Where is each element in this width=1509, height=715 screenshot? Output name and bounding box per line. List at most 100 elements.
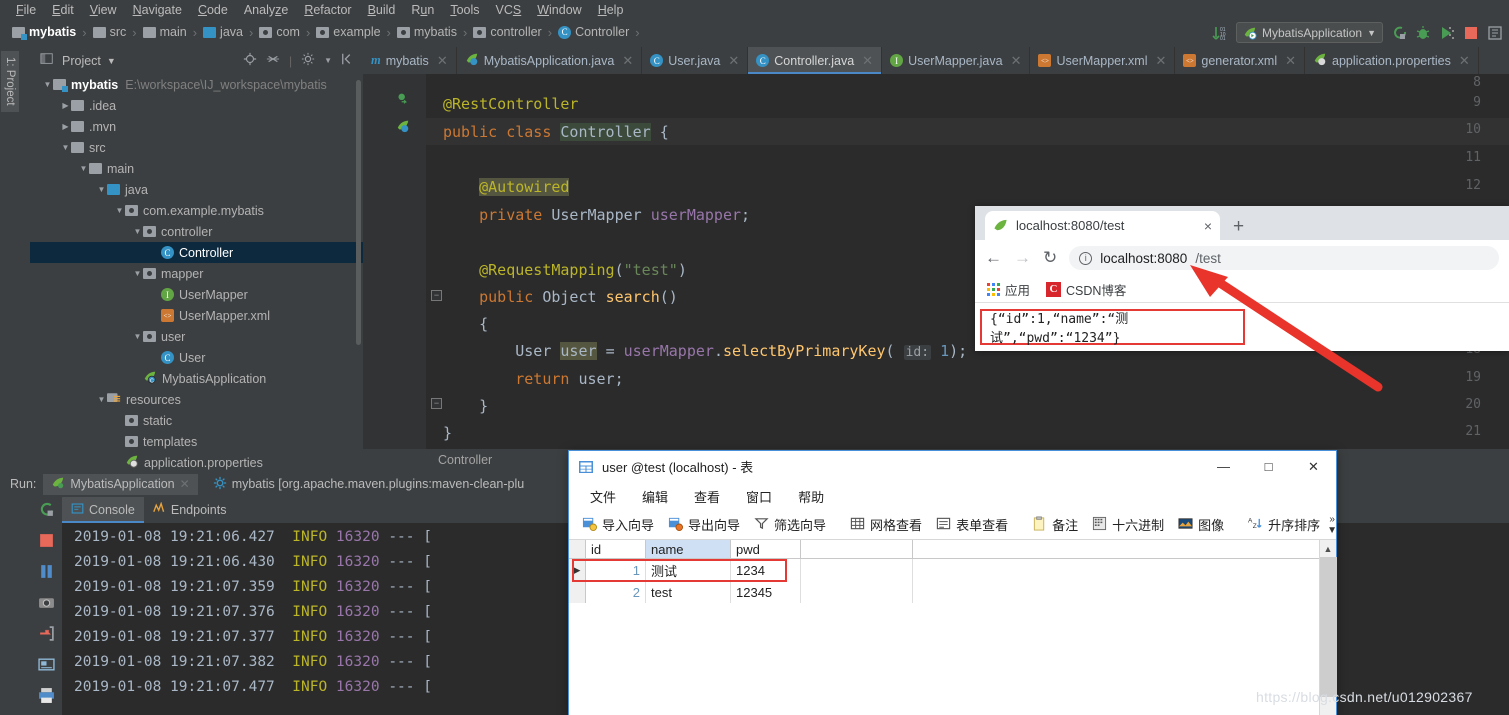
breadcrumb-item-src[interactable]: src › [89, 25, 139, 40]
data-grid[interactable]: id name pwd ▶ 1 测试 1234 2 test 12345 [569, 540, 1321, 715]
tree-item-mapper-pkg[interactable]: ▼ mapper [30, 263, 363, 284]
menu-item-file[interactable]: File [8, 3, 44, 17]
close-icon[interactable]: ✕ [1011, 53, 1022, 69]
close-icon[interactable]: ✕ [622, 53, 633, 69]
tree-item-main[interactable]: ▼ main [30, 158, 363, 179]
filter-wizard-button[interactable]: 筛选向导 [747, 515, 833, 534]
close-icon[interactable]: ✕ [1459, 53, 1470, 69]
memo-button[interactable]: 备注 [1025, 515, 1085, 534]
table-row[interactable]: 2 test 12345 [569, 581, 1321, 603]
gear-icon[interactable] [301, 52, 315, 69]
chevron-down-icon[interactable]: ▼ [96, 395, 107, 404]
scroll-up-icon[interactable]: ▲ [1320, 540, 1336, 557]
sidebar-item-project[interactable]: 1: Project [1, 51, 19, 112]
chevron-down-icon[interactable]: ▼ [42, 80, 53, 89]
menu-item-edit[interactable]: Edit [44, 3, 82, 17]
chevron-right-icon[interactable]: ▶ [60, 101, 71, 110]
tree-item-application-properties[interactable]: application.properties [30, 452, 363, 473]
column-header-name[interactable]: name [646, 540, 731, 558]
menu-item-tools[interactable]: Tools [442, 3, 487, 17]
tree-item-controller-class[interactable]: C Controller [30, 242, 363, 263]
tab-mybatis[interactable]: m mybatis ✕ [363, 47, 457, 74]
run-tab-maven[interactable]: mybatis [org.apache.maven.plugins:maven-… [205, 474, 533, 495]
db-menu-edit[interactable]: 编辑 [629, 487, 681, 506]
grid-view-button[interactable]: 网格查看 [843, 515, 929, 534]
close-icon[interactable]: ✕ [180, 477, 190, 491]
chevron-down-icon[interactable]: ▼ [132, 227, 143, 236]
tab-application-properties[interactable]: application.properties ✕ [1305, 47, 1479, 74]
column-header-id[interactable]: id [586, 540, 646, 558]
run-coverage-icon[interactable] [1439, 25, 1455, 41]
close-icon[interactable]: ✕ [862, 53, 873, 69]
tree-item-controller-pkg[interactable]: ▼ controller [30, 221, 363, 242]
breadcrumb-item-mybatis[interactable]: mybatis › [8, 25, 89, 40]
tree-item-user-pkg[interactable]: ▼ user [30, 326, 363, 347]
tree-item-idea[interactable]: ▶ .idea [30, 95, 363, 116]
chevron-down-icon[interactable]: ▼ [132, 269, 143, 278]
pause-icon[interactable] [38, 563, 55, 585]
chevron-down-icon[interactable]: ▼ [114, 206, 125, 215]
locate-icon[interactable] [243, 52, 257, 69]
tree-item-mybatis[interactable]: ▼ mybatis E:\workspace\IJ_workspace\myba… [30, 74, 363, 95]
soft-wrap-icon[interactable] [37, 656, 55, 678]
scrollbar-thumb[interactable] [1320, 557, 1337, 697]
editor-breadcrumb-label[interactable]: Controller [438, 453, 492, 467]
tree-item-src[interactable]: ▼ src [30, 137, 363, 158]
tree-item-usermapper-xml[interactable]: <> UserMapper.xml [30, 305, 363, 326]
stop-icon[interactable] [38, 532, 55, 554]
collapse-all-icon[interactable] [266, 52, 280, 69]
bookmark-apps[interactable]: 应用 [983, 280, 1034, 299]
tree-item-user-class[interactable]: C User [30, 347, 363, 368]
tree-item-mybatisapplication[interactable]: C MybatisApplication [30, 368, 363, 389]
settings-icon[interactable] [1487, 25, 1503, 41]
new-tab-button[interactable]: + [1233, 216, 1244, 238]
minimize-button[interactable]: — [1201, 451, 1246, 482]
editor-gutter[interactable] [363, 74, 426, 449]
chevron-down-icon[interactable]: ▼ [107, 56, 116, 66]
menu-item-navigate[interactable]: Navigate [125, 3, 190, 17]
db-menu-help[interactable]: 帮助 [785, 487, 837, 506]
print-icon[interactable] [38, 687, 55, 709]
import-wizard-button[interactable]: 导入向导 [575, 515, 661, 534]
close-icon[interactable]: ✕ [1285, 53, 1296, 69]
rerun-icon[interactable] [38, 501, 55, 523]
tree-item-static[interactable]: static [30, 410, 363, 431]
project-tree[interactable]: ▼ mybatis E:\workspace\IJ_workspace\myba… [30, 74, 363, 473]
tab-console[interactable]: Console [62, 497, 144, 523]
close-button[interactable]: ✕ [1291, 451, 1336, 482]
browser-tab[interactable]: localhost:8080/test × [985, 211, 1220, 240]
breadcrumb-item-java[interactable]: java › [199, 25, 255, 40]
forward-icon[interactable]: → [1014, 248, 1031, 268]
run-tab-mybatisapplication[interactable]: MybatisApplication ✕ [43, 473, 198, 495]
menu-item-build[interactable]: Build [360, 3, 404, 17]
chevron-down-icon[interactable]: ▼ [96, 185, 107, 194]
reload-icon[interactable]: ↻ [1043, 248, 1057, 268]
menu-item-analyze[interactable]: Analyze [236, 3, 296, 17]
hide-panel-icon[interactable] [341, 52, 355, 69]
tab-endpoints[interactable]: Endpoints [144, 497, 236, 523]
maximize-button[interactable]: □ [1246, 451, 1291, 482]
chevron-down-icon[interactable]: ▼ [132, 332, 143, 341]
project-tree-scrollbar[interactable] [356, 80, 361, 345]
tree-item-mvn[interactable]: ▶ .mvn [30, 116, 363, 137]
menu-item-refactor[interactable]: Refactor [296, 3, 359, 17]
sort-asc-button[interactable]: AZ 升序排序 [1241, 515, 1327, 534]
tab-controller-java[interactable]: C Controller.java ✕ [748, 47, 883, 74]
run-icon[interactable] [1391, 25, 1407, 41]
form-view-button[interactable]: 表单查看 [929, 515, 1015, 534]
sort-icon[interactable]: 01 10 01 [1212, 25, 1228, 42]
camera-icon[interactable] [38, 594, 55, 616]
spring-bean-icon[interactable] [396, 119, 409, 133]
tree-item-usermapper-interface[interactable]: I UserMapper [30, 284, 363, 305]
export-icon[interactable] [38, 625, 55, 647]
cell-pwd[interactable]: 12345 [731, 581, 801, 603]
tab-generator-xml[interactable]: <> generator.xml ✕ [1175, 47, 1306, 74]
close-icon[interactable]: ✕ [437, 53, 448, 69]
hex-button[interactable]: 十六进制 [1085, 515, 1171, 534]
menu-item-code[interactable]: Code [190, 3, 236, 17]
chevron-right-icon[interactable]: ▶ [60, 122, 71, 131]
tab-mybatisapplication-java[interactable]: MybatisApplication.java ✕ [457, 47, 643, 74]
menu-item-window[interactable]: Window [529, 3, 589, 17]
chevron-down-icon[interactable]: ▼ [60, 143, 71, 152]
image-button[interactable]: 图像 [1171, 515, 1231, 534]
